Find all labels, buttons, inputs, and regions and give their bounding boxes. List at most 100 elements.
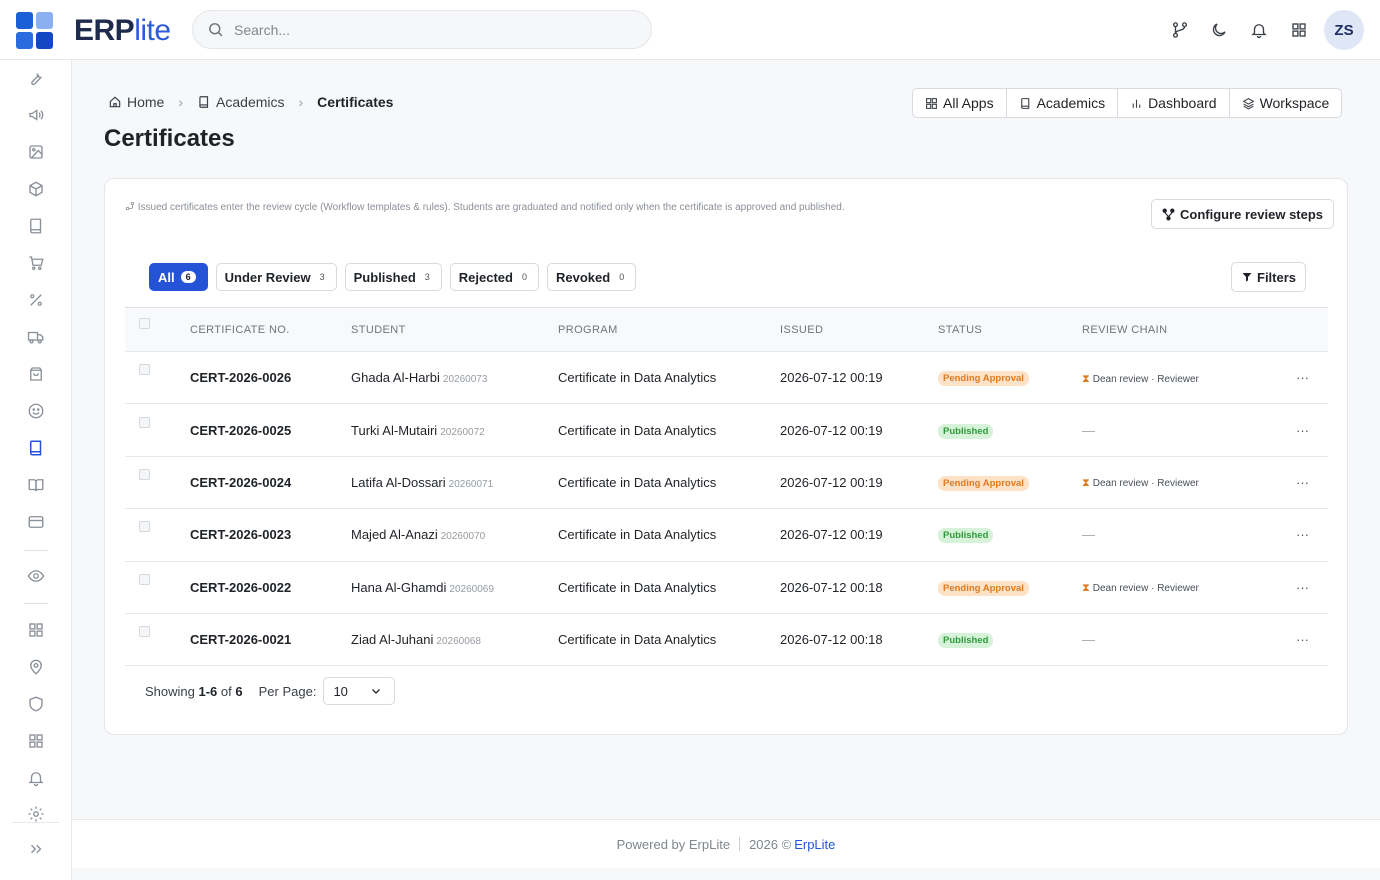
truck-icon[interactable] [26, 327, 46, 347]
cart-icon[interactable] [26, 253, 46, 273]
row-checkbox[interactable] [139, 364, 150, 376]
app-link-label: All Apps [943, 95, 994, 111]
eye-icon[interactable] [26, 566, 46, 586]
tab-all[interactable]: All 6 [149, 263, 208, 291]
bell-icon[interactable] [1248, 19, 1270, 41]
cert-no[interactable]: CERT-2026-0021 [190, 613, 351, 665]
row-checkbox[interactable] [139, 573, 150, 585]
cert-no[interactable]: CERT-2026-0022 [190, 561, 351, 613]
table-row[interactable]: CERT-2026-0022 Hana Al-Ghamdi 20260069 Cert… [125, 561, 1328, 613]
book-icon[interactable] [26, 216, 46, 236]
more-actions-icon[interactable]: ··· [1296, 475, 1309, 490]
map-pin-icon[interactable] [26, 657, 46, 677]
apps-2-icon[interactable] [26, 731, 46, 751]
student-name[interactable]: Hana Al-Ghamdi [351, 580, 446, 595]
wrench-icon[interactable] [26, 68, 46, 88]
select-all-checkbox[interactable] [139, 317, 150, 329]
shopping-bag-icon[interactable] [26, 364, 46, 384]
review-chain-text: Dean review · Reviewer [1092, 373, 1199, 385]
cert-no[interactable]: CERT-2026-0026 [190, 352, 351, 404]
filters-label: Filters [1257, 269, 1297, 285]
breadcrumb-academics[interactable]: Academics [197, 94, 285, 110]
review-chain-cell: — [1082, 404, 1296, 456]
tab-rejected[interactable]: Rejected 0 [449, 263, 539, 291]
row-checkbox[interactable] [139, 521, 150, 533]
table-row[interactable]: CERT-2026-0021 Ziad Al-Juhani 20260068 Cert… [125, 613, 1328, 666]
moon-icon[interactable] [1208, 19, 1230, 41]
table-row[interactable]: CERT-2026-0023 Majed Al-Anazi 20260070 Cert… [125, 508, 1328, 561]
configure-review-steps-button[interactable]: Configure review steps [1151, 199, 1335, 229]
git-branch-icon[interactable] [1169, 19, 1191, 41]
tab-under-review[interactable]: Under Review 3 [215, 263, 337, 291]
student-name[interactable]: Ghada Al-Harbi [351, 370, 440, 385]
megaphone-icon[interactable] [26, 105, 46, 125]
user-avatar[interactable]: ZS [1324, 10, 1364, 50]
expand-icon[interactable] [26, 839, 46, 859]
header-cert-no[interactable]: CERTIFICATE NO. [190, 308, 351, 352]
footer-link[interactable]: ErpLite [794, 837, 835, 852]
cert-no[interactable]: CERT-2026-0025 [190, 404, 351, 456]
student-name[interactable]: Turki Al-Mutairi [351, 423, 437, 438]
review-chain-cell: — [1082, 509, 1296, 561]
issued-date: 2026-07-12 00:18 [780, 579, 883, 595]
row-checkbox[interactable] [139, 468, 150, 480]
book-open-icon[interactable] [26, 475, 46, 495]
sidebar [0, 60, 72, 880]
apps-icon[interactable] [26, 620, 46, 640]
breadcrumb-home[interactable]: Home [108, 94, 164, 110]
more-actions-icon[interactable]: ··· [1296, 423, 1309, 438]
image-icon[interactable] [26, 142, 46, 162]
cert-no[interactable]: CERT-2026-0024 [190, 456, 351, 508]
status-cell: Published [938, 404, 1082, 456]
shield-icon[interactable] [26, 694, 46, 714]
search-bar[interactable] [192, 10, 652, 49]
app-link-all-apps[interactable]: All Apps [913, 89, 1007, 117]
table-row[interactable]: CERT-2026-0026 Ghada Al-Harbi 20260073 Cert… [125, 351, 1328, 404]
table-row[interactable]: CERT-2026-0024 Latifa Al-Dossari 20260071 C… [125, 456, 1328, 508]
more-actions-icon[interactable]: ··· [1296, 580, 1309, 595]
book-active-icon[interactable] [26, 438, 46, 458]
row-checkbox[interactable] [139, 416, 150, 428]
filters-button[interactable]: Filters [1231, 262, 1307, 292]
more-actions-icon[interactable]: ··· [1296, 632, 1309, 647]
hourglass-icon: ⧗ [1082, 372, 1090, 385]
row-actions-cell: ··· [1296, 352, 1328, 404]
box-icon[interactable] [26, 179, 46, 199]
table-row[interactable]: CERT-2026-0025 Turki Al-Mutairi 20260072 Ce… [125, 403, 1328, 456]
grid-icon[interactable] [1288, 19, 1310, 41]
bell-icon[interactable] [26, 768, 46, 788]
app-link-dashboard[interactable]: Dashboard [1118, 89, 1230, 117]
row-actions-cell: ··· [1296, 404, 1328, 456]
per-page-select[interactable]: 10 [323, 677, 396, 705]
showing-range: 1-6 [198, 683, 218, 699]
showing-label: Showing [145, 683, 195, 699]
header-review-chain[interactable]: REVIEW CHAIN [1082, 308, 1296, 352]
review-chain-empty: — [1082, 527, 1095, 543]
row-checkbox[interactable] [139, 626, 150, 638]
app-link-workspace[interactable]: Workspace [1230, 89, 1342, 117]
app-link-academics[interactable]: Academics [1007, 89, 1119, 117]
tab-published[interactable]: Published 3 [344, 263, 442, 291]
status-badge: Published [938, 528, 994, 544]
logo-icon[interactable] [16, 12, 53, 49]
header-program[interactable]: PROGRAM [558, 308, 780, 352]
sidebar-divider [12, 822, 59, 823]
more-actions-icon[interactable]: ··· [1296, 370, 1309, 385]
percent-icon[interactable] [26, 290, 46, 310]
student-name[interactable]: Ziad Al-Juhani [351, 632, 433, 647]
more-actions-icon[interactable]: ··· [1296, 527, 1309, 542]
student-name[interactable]: Majed Al-Anazi [351, 527, 438, 542]
brand-name[interactable]: ERPlite [74, 14, 171, 48]
student-cell: Turki Al-Mutairi 20260072 [351, 404, 558, 456]
settings-icon[interactable] [26, 804, 46, 824]
smile-icon[interactable] [26, 401, 46, 421]
header-issued[interactable]: ISSUED [780, 308, 938, 352]
search-input[interactable] [234, 21, 614, 38]
header-status[interactable]: STATUS [938, 308, 1082, 352]
header-student[interactable]: STUDENT [351, 308, 558, 352]
credit-card-icon[interactable] [26, 512, 46, 532]
certificates-card: Issued certificates enter the review cyc… [104, 178, 1348, 735]
tab-revoked[interactable]: Revoked 0 [547, 263, 637, 291]
cert-no[interactable]: CERT-2026-0023 [190, 509, 351, 561]
student-name[interactable]: Latifa Al-Dossari [351, 475, 446, 490]
